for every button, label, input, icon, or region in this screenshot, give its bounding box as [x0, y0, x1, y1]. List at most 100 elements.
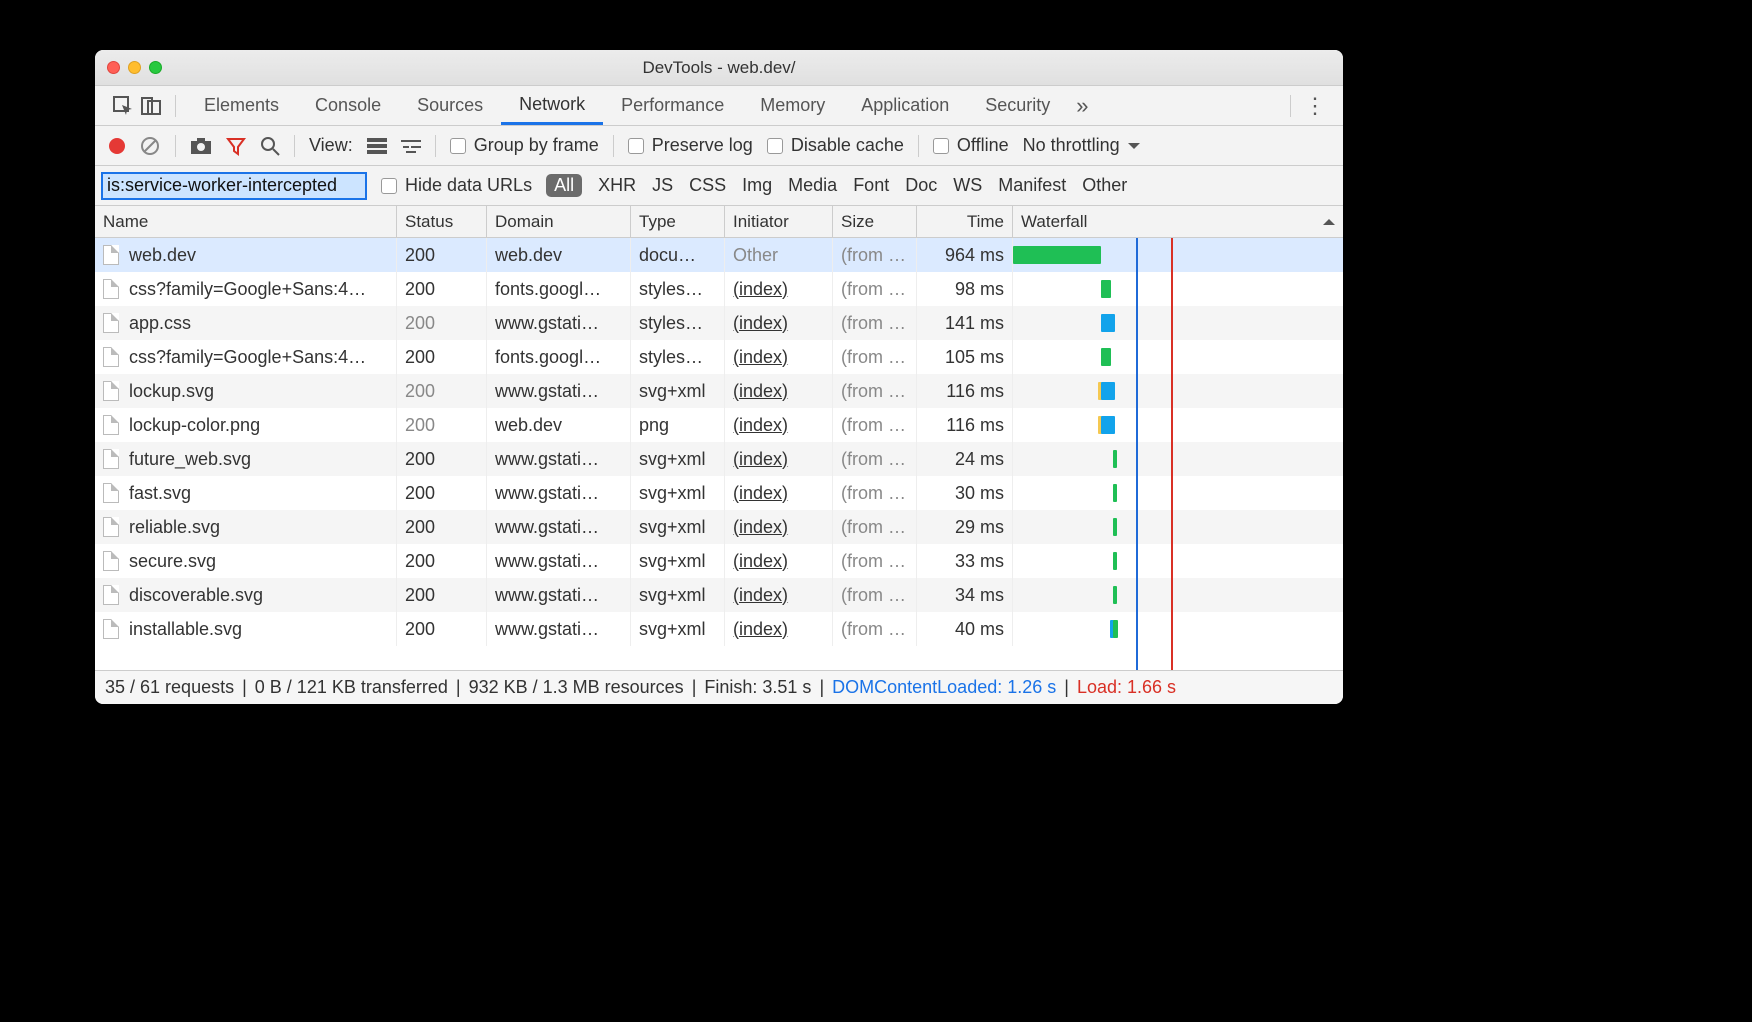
request-initiator[interactable]: (index): [725, 544, 833, 578]
table-row[interactable]: fast.svg200www.gstati…svg+xml(index)(fro…: [95, 476, 1343, 510]
request-domain: www.gstati…: [487, 510, 631, 544]
clear-button[interactable]: [139, 135, 161, 157]
network-toolbar: View: Group by frame Preserve log Disabl…: [95, 126, 1343, 166]
col-type[interactable]: Type: [631, 206, 725, 237]
table-row[interactable]: web.dev200web.devdocu…Other(from …964 ms: [95, 238, 1343, 272]
request-type: svg+xml: [631, 442, 725, 476]
request-status: 200: [397, 306, 487, 340]
status-domcontentloaded: DOMContentLoaded: 1.26 s: [832, 677, 1056, 698]
device-toolbar-icon[interactable]: [137, 92, 165, 120]
filter-type-font[interactable]: Font: [853, 175, 889, 196]
disable-cache-checkbox[interactable]: [767, 138, 783, 154]
filter-type-manifest[interactable]: Manifest: [998, 175, 1066, 196]
filter-icon[interactable]: [226, 136, 246, 156]
request-initiator[interactable]: (index): [725, 476, 833, 510]
filter-type-other[interactable]: Other: [1082, 175, 1127, 196]
titlebar: DevTools - web.dev/: [95, 50, 1343, 86]
more-options-icon[interactable]: ⋮: [1301, 92, 1329, 120]
request-domain: www.gstati…: [487, 374, 631, 408]
large-rows-icon[interactable]: [367, 138, 387, 154]
tab-network[interactable]: Network: [501, 86, 603, 125]
request-time: 40 ms: [917, 612, 1013, 646]
filter-type-img[interactable]: Img: [742, 175, 772, 196]
request-status: 200: [397, 612, 487, 646]
inspect-element-icon[interactable]: [109, 92, 137, 120]
table-row[interactable]: discoverable.svg200www.gstati…svg+xml(in…: [95, 578, 1343, 612]
request-name: secure.svg: [129, 551, 216, 572]
request-type: docu…: [631, 238, 725, 272]
table-row[interactable]: css?family=Google+Sans:4…200fonts.googl……: [95, 340, 1343, 374]
request-initiator[interactable]: (index): [725, 306, 833, 340]
col-name[interactable]: Name: [95, 206, 397, 237]
table-row[interactable]: app.css200www.gstati…styles…(index)(from…: [95, 306, 1343, 340]
request-type: svg+xml: [631, 578, 725, 612]
table-row[interactable]: installable.svg200www.gstati…svg+xml(ind…: [95, 612, 1343, 646]
filter-type-xhr[interactable]: XHR: [598, 175, 636, 196]
filter-input[interactable]: is:service-worker-intercepted: [101, 172, 367, 200]
minimize-window-button[interactable]: [128, 61, 141, 74]
request-initiator[interactable]: (index): [725, 408, 833, 442]
tab-memory[interactable]: Memory: [742, 86, 843, 125]
hide-data-urls-checkbox[interactable]: [381, 178, 397, 194]
col-status[interactable]: Status: [397, 206, 487, 237]
window-controls: [107, 61, 162, 74]
table-row[interactable]: future_web.svg200www.gstati…svg+xml(inde…: [95, 442, 1343, 476]
request-initiator[interactable]: (index): [725, 340, 833, 374]
file-icon: [103, 551, 119, 571]
request-initiator[interactable]: (index): [725, 442, 833, 476]
request-time: 105 ms: [917, 340, 1013, 374]
col-size[interactable]: Size: [833, 206, 917, 237]
col-initiator[interactable]: Initiator: [725, 206, 833, 237]
table-row[interactable]: secure.svg200www.gstati…svg+xml(index)(f…: [95, 544, 1343, 578]
file-icon: [103, 415, 119, 435]
request-status: 200: [397, 340, 487, 374]
table-row[interactable]: lockup-color.png200web.devpng(index)(fro…: [95, 408, 1343, 442]
filter-type-media[interactable]: Media: [788, 175, 837, 196]
request-size: (from …: [833, 476, 917, 510]
table-row[interactable]: reliable.svg200www.gstati…svg+xml(index)…: [95, 510, 1343, 544]
request-name: fast.svg: [129, 483, 191, 504]
request-waterfall: [1013, 476, 1343, 510]
capture-screenshots-icon[interactable]: [190, 137, 212, 155]
table-row[interactable]: lockup.svg200www.gstati…svg+xml(index)(f…: [95, 374, 1343, 408]
status-resources: 932 KB / 1.3 MB resources: [469, 677, 684, 698]
tab-security[interactable]: Security: [967, 86, 1068, 125]
overview-icon[interactable]: [401, 138, 421, 154]
sort-asc-icon: [1323, 213, 1335, 225]
col-domain[interactable]: Domain: [487, 206, 631, 237]
request-initiator[interactable]: (index): [725, 374, 833, 408]
filter-type-all[interactable]: All: [546, 174, 582, 197]
tab-application[interactable]: Application: [843, 86, 967, 125]
table-row[interactable]: css?family=Google+Sans:4…200fonts.googl……: [95, 272, 1343, 306]
col-time[interactable]: Time: [917, 206, 1013, 237]
group-by-frame-label: Group by frame: [474, 135, 599, 156]
filter-type-doc[interactable]: Doc: [905, 175, 937, 196]
request-initiator[interactable]: (index): [725, 612, 833, 646]
request-name: css?family=Google+Sans:4…: [129, 279, 366, 300]
search-icon[interactable]: [260, 136, 280, 156]
filter-type-ws[interactable]: WS: [953, 175, 982, 196]
status-requests: 35 / 61 requests: [105, 677, 234, 698]
tab-performance[interactable]: Performance: [603, 86, 742, 125]
record-button[interactable]: [109, 138, 125, 154]
request-domain: www.gstati…: [487, 306, 631, 340]
tab-console[interactable]: Console: [297, 86, 399, 125]
request-initiator[interactable]: (index): [725, 510, 833, 544]
request-initiator[interactable]: (index): [725, 578, 833, 612]
request-initiator[interactable]: (index): [725, 272, 833, 306]
filter-type-css[interactable]: CSS: [689, 175, 726, 196]
request-time: 98 ms: [917, 272, 1013, 306]
filter-type-js[interactable]: JS: [652, 175, 673, 196]
throttling-select[interactable]: No throttling: [1023, 135, 1120, 156]
col-waterfall[interactable]: Waterfall: [1013, 206, 1343, 237]
offline-checkbox[interactable]: [933, 138, 949, 154]
more-tabs-button[interactable]: »: [1068, 92, 1096, 120]
request-domain: www.gstati…: [487, 476, 631, 510]
close-window-button[interactable]: [107, 61, 120, 74]
preserve-log-checkbox[interactable]: [628, 138, 644, 154]
maximize-window-button[interactable]: [149, 61, 162, 74]
group-by-frame-checkbox[interactable]: [450, 138, 466, 154]
tab-elements[interactable]: Elements: [186, 86, 297, 125]
file-icon: [103, 245, 119, 265]
tab-sources[interactable]: Sources: [399, 86, 501, 125]
